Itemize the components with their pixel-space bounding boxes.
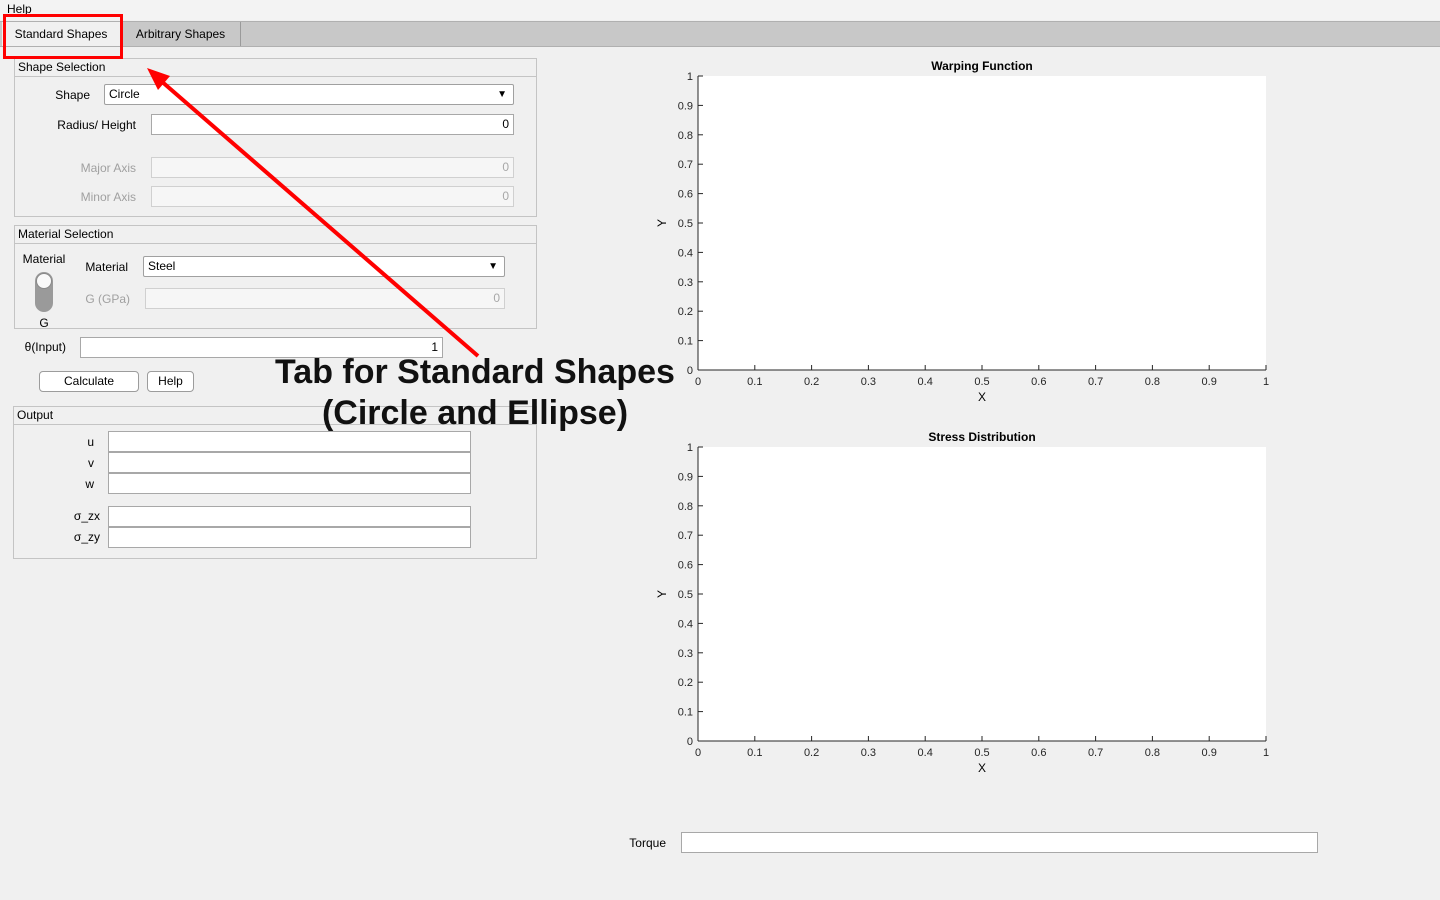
annotation-text: Tab for Standard Shapes (Circle and Elli… xyxy=(270,352,680,434)
annotation-line-1: Tab for Standard Shapes xyxy=(275,353,675,391)
annotation-arrow xyxy=(147,68,480,358)
annotation-line-2: (Circle and Ellipse) xyxy=(321,394,629,432)
